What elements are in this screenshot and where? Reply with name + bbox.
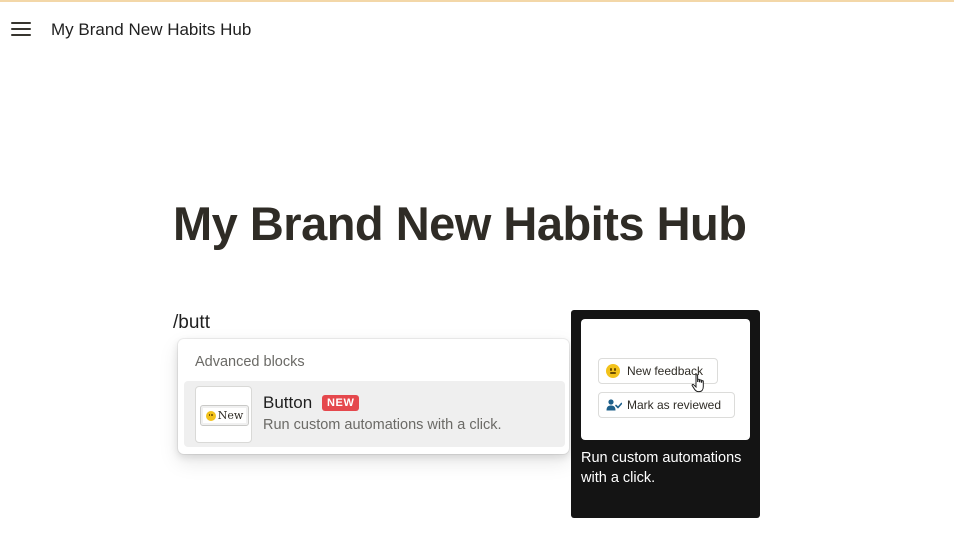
new-badge: NEW bbox=[322, 395, 360, 411]
top-bar: My Brand New Habits Hub bbox=[0, 2, 954, 56]
editor-slash-command-text[interactable]: /butt bbox=[173, 312, 210, 334]
preview-description: Run custom automations with a click. bbox=[581, 450, 742, 486]
preview-image: New feedback Mark as reviewed bbox=[581, 319, 750, 440]
menu-item-button-block[interactable]: New Button NEW Run custom automations wi… bbox=[184, 381, 565, 447]
preview-mark-as-reviewed-button: Mark as reviewed bbox=[598, 392, 735, 418]
menu-item-title: Button bbox=[263, 393, 313, 412]
smiley-icon bbox=[606, 364, 620, 378]
menu-item-description: Run custom automations with a click. bbox=[263, 417, 502, 433]
page-title[interactable]: My Brand New Habits Hub bbox=[173, 196, 747, 251]
menu-section-label: Advanced blocks bbox=[195, 354, 305, 370]
preview-button-label: Mark as reviewed bbox=[627, 398, 722, 412]
person-check-icon bbox=[606, 399, 622, 411]
smiley-icon bbox=[205, 410, 216, 421]
button-block-thumbnail: New bbox=[195, 386, 252, 443]
thumbnail-button-preview: New bbox=[200, 405, 249, 426]
hamburger-menu-icon[interactable] bbox=[10, 20, 32, 38]
thumbnail-button-label: New bbox=[217, 409, 244, 422]
slash-command-menu: Advanced blocks New Button NEW Run custo… bbox=[178, 339, 569, 454]
breadcrumb-page-title[interactable]: My Brand New Habits Hub bbox=[51, 20, 251, 40]
block-preview-tooltip: New feedback Mark as reviewed Run custom… bbox=[571, 310, 760, 518]
hand-pointer-icon bbox=[691, 374, 704, 393]
